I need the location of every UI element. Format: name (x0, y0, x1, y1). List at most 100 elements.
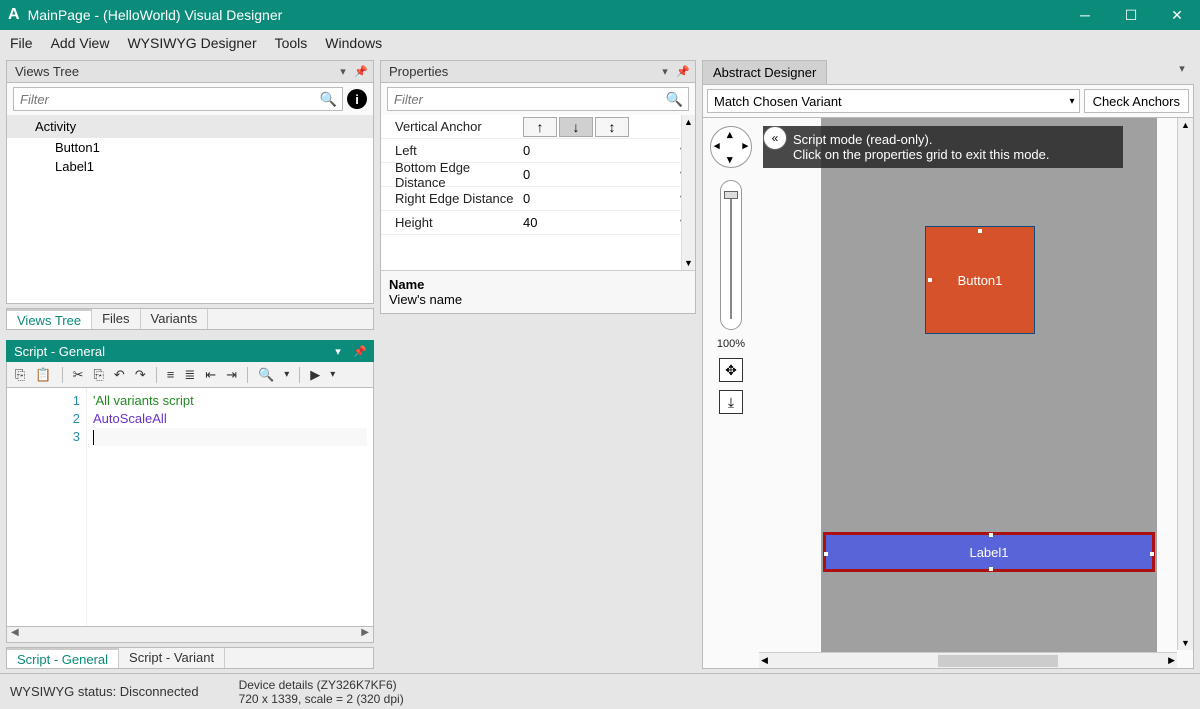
search-dropdown-icon[interactable]: ▾ (284, 369, 289, 380)
anchor-up-button[interactable]: ↑ (523, 117, 557, 137)
pan-down-icon[interactable]: ▾ (727, 153, 733, 166)
indent-left-icon[interactable]: ≡ (167, 367, 175, 382)
prop-value: 0 (523, 191, 530, 206)
search-icon[interactable]: 🔍 (258, 367, 274, 383)
views-filter-input[interactable] (13, 87, 343, 111)
script-panel: Script - General ▾ 📌 ⎘ 📋 ✂ ⎘ ↶ ↷ ≡ ≣ ⇤ ⇥ (6, 340, 374, 643)
banner-line2: Click on the properties grid to exit thi… (793, 147, 1115, 162)
prop-value: 0 (523, 167, 530, 182)
menu-windows[interactable]: Windows (325, 35, 382, 51)
prop-name: Height (381, 215, 517, 230)
banner-line1: Script mode (read-only). (793, 132, 1115, 147)
status-bar: WYSIWYG status: Disconnected Device deta… (0, 673, 1200, 709)
undo-icon[interactable]: ↶ (114, 367, 125, 383)
properties-title: Properties (389, 64, 448, 79)
search-icon[interactable]: 🔍 (320, 91, 337, 108)
prop-value: 0 (523, 143, 530, 158)
window-title: MainPage - (HelloWorld) Visual Designer (28, 7, 283, 23)
prop-row[interactable]: Right Edge Distance 0▾ (381, 187, 695, 211)
device-details-line1: Device details (ZY326K7KF6) (239, 678, 404, 692)
canvas-hscroll[interactable]: ◀▶ (759, 652, 1177, 668)
cut-icon[interactable]: ✂ (73, 367, 84, 383)
gutter-line: 2 (11, 410, 80, 428)
script-mode-banner: Script mode (read-only). Click on the pr… (763, 126, 1123, 168)
canvas-button1[interactable]: Button1 (925, 226, 1035, 334)
tab-views-tree[interactable]: Views Tree (7, 309, 92, 329)
views-tree-panel: Views Tree ▾ 📌 🔍 i Activity Button1 Labe… (6, 60, 374, 304)
tab-script-variant[interactable]: Script - Variant (119, 648, 225, 668)
zoom-slider[interactable] (720, 180, 742, 330)
device-canvas[interactable]: Button1 Label1 (821, 118, 1157, 668)
tab-abstract-designer[interactable]: Abstract Designer (702, 60, 827, 84)
properties-panel: Properties ▾ 📌 🔍 Vertical Anchor (380, 60, 696, 314)
check-anchors-button[interactable]: Check Anchors (1084, 89, 1189, 113)
outdent-icon[interactable]: ⇤ (205, 367, 216, 383)
zoom-label: 100% (717, 338, 745, 350)
info-icon[interactable]: i (347, 89, 367, 109)
views-tree-title: Views Tree (15, 64, 79, 79)
prop-name: Bottom Edge Distance (381, 160, 517, 190)
gutter-line: 1 (11, 392, 80, 410)
variant-select[interactable]: Match Chosen Variant ▾ (707, 89, 1080, 113)
redo-icon[interactable]: ↷ (135, 367, 146, 383)
prop-value: 40 (523, 215, 537, 230)
copy2-icon[interactable]: ⎘ (94, 367, 104, 383)
tree-item-button1[interactable]: Button1 (7, 138, 373, 157)
maximize-button[interactable]: ☐ (1108, 0, 1154, 30)
minimize-button[interactable]: ─ (1062, 0, 1108, 30)
menu-add-view[interactable]: Add View (51, 35, 110, 51)
fit-icon[interactable]: ✥ (719, 358, 743, 382)
menu-wysiwyg-designer[interactable]: WYSIWYG Designer (127, 35, 256, 51)
pin-icon[interactable]: 📌 (352, 343, 368, 359)
anchor-down-button[interactable]: ↓ (559, 117, 593, 137)
run-icon[interactable]: ▶ (310, 367, 320, 383)
desc-name: Name (389, 277, 687, 292)
tree-item-label1[interactable]: Label1 (7, 157, 373, 176)
export-icon[interactable]: ⤓ (719, 390, 743, 414)
pan-right-icon[interactable]: ▸ (742, 139, 748, 152)
indent-right-icon[interactable]: ≣ (184, 367, 195, 383)
properties-scrollbar[interactable]: ▲▼ (681, 115, 695, 270)
prop-row[interactable]: Vertical Anchor ↑ ↓ ↕ (381, 115, 695, 139)
panel-menu-icon[interactable]: ▾ (657, 64, 673, 80)
prop-row[interactable]: Bottom Edge Distance 0▾ (381, 163, 695, 187)
panel-menu-icon[interactable]: ▾ (1174, 60, 1190, 76)
canvas-label1[interactable]: Label1 (823, 532, 1155, 572)
pin-icon[interactable]: 📌 (353, 64, 369, 80)
close-button[interactable]: ✕ (1154, 0, 1200, 30)
property-description: Name View's name (381, 270, 695, 313)
tab-script-general[interactable]: Script - General (7, 648, 119, 668)
pan-control[interactable]: ▴ ▾ ◂ ▸ (710, 126, 752, 168)
script-editor[interactable]: 1 2 3 'All variants script AutoScaleAll (6, 388, 374, 627)
panel-menu-icon[interactable]: ▾ (335, 64, 351, 80)
chevron-down-icon: ▾ (1070, 96, 1075, 107)
panel-menu-icon[interactable]: ▾ (330, 343, 346, 359)
properties-filter-input[interactable] (387, 87, 689, 111)
editor-hscroll[interactable]: ◀▶ (6, 627, 374, 643)
button1-label: Button1 (958, 273, 1003, 288)
prop-name: Vertical Anchor (381, 119, 517, 134)
tab-files[interactable]: Files (92, 309, 140, 329)
tab-variants[interactable]: Variants (141, 309, 209, 329)
script-title: Script - General (14, 344, 105, 359)
pin-icon[interactable]: 📌 (675, 64, 691, 80)
pan-up-icon[interactable]: ▴ (727, 128, 733, 141)
variant-label: Match Chosen Variant (714, 94, 842, 109)
paste-icon[interactable]: 📋 (35, 367, 51, 383)
canvas-vscroll[interactable]: ▲▼ (1177, 118, 1193, 650)
collapse-tools-button[interactable]: « (763, 126, 787, 150)
anchor-both-button[interactable]: ↕ (595, 117, 629, 137)
menu-tools[interactable]: Tools (275, 35, 308, 51)
run-dropdown-icon[interactable]: ▾ (330, 369, 335, 380)
script-bottom-tabs: Script - General Script - Variant (6, 647, 374, 669)
pan-left-icon[interactable]: ◂ (714, 139, 720, 152)
tree-root-activity[interactable]: Activity (7, 115, 373, 138)
prop-row[interactable]: Height 40▾ (381, 211, 695, 235)
gutter-line: 3 (11, 428, 80, 446)
indent-icon[interactable]: ⇥ (226, 367, 237, 383)
search-icon[interactable]: 🔍 (666, 91, 683, 108)
copy-icon[interactable]: ⎘ (15, 367, 25, 383)
menu-file[interactable]: File (10, 35, 33, 51)
desc-text: View's name (389, 292, 687, 307)
views-bottom-tabs: Views Tree Files Variants (6, 308, 374, 330)
